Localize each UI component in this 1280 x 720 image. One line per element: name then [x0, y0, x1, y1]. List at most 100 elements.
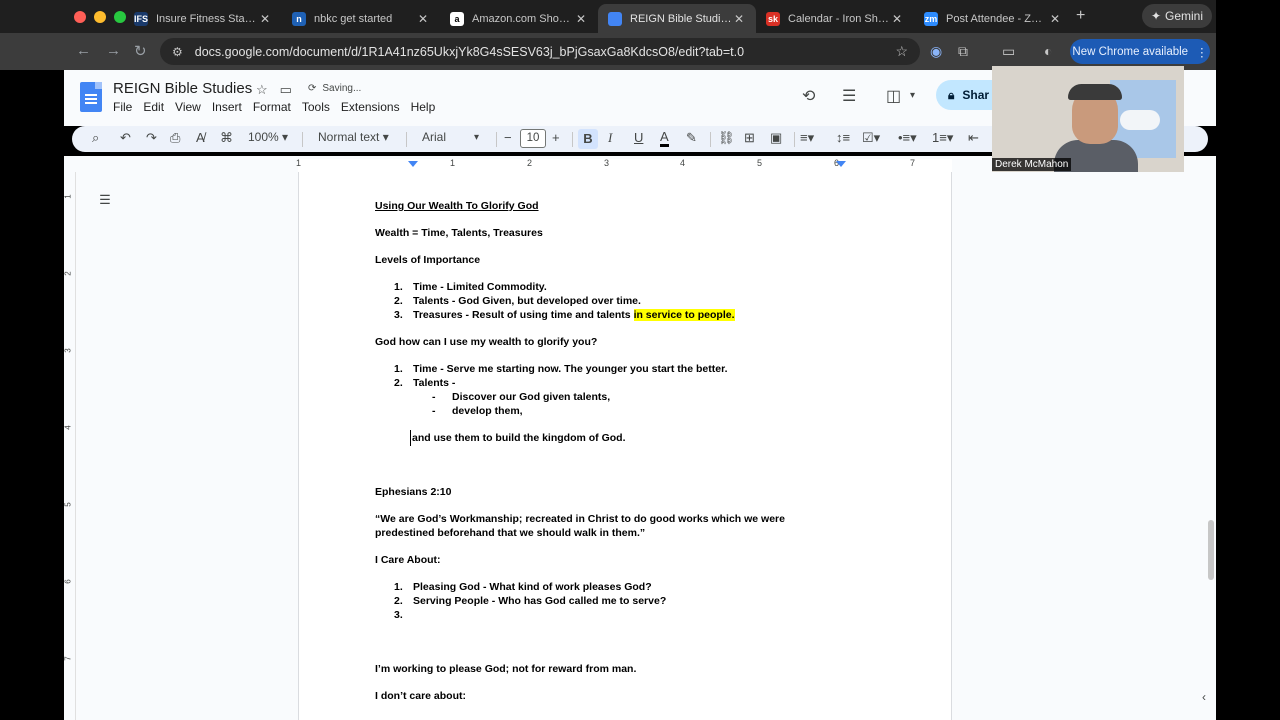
- spellcheck-icon[interactable]: A̸: [196, 130, 205, 145]
- move-folder-icon[interactable]: ▭: [280, 82, 292, 98]
- verse-line-1[interactable]: “We are God’s Workmanship; recreated in …: [375, 513, 785, 525]
- add-comment-icon[interactable]: ⊞: [744, 130, 755, 146]
- align-icon[interactable]: ≡▾: [800, 130, 814, 146]
- menu-insert[interactable]: Insert: [212, 100, 242, 114]
- doc-heading[interactable]: Using Our Wealth To Glorify God: [375, 200, 539, 212]
- vertical-ruler-number: 7: [63, 656, 73, 661]
- verse-reference[interactable]: Ephesians 2:10: [375, 486, 451, 498]
- forward-arrow-icon[interactable]: →: [106, 42, 121, 59]
- tab-close-icon[interactable]: ✕: [258, 12, 272, 26]
- increase-font-size-icon[interactable]: +: [552, 130, 560, 145]
- style-select[interactable]: Normal text ▾: [318, 130, 389, 144]
- use-line[interactable]: and use them to build the kingdom of God…: [412, 432, 626, 444]
- insert-link-icon[interactable]: ⛓: [718, 130, 735, 146]
- document-outline-icon[interactable]: ☰: [96, 192, 114, 210]
- list-item[interactable]: 1. Time - Limited Commodity.: [394, 281, 547, 293]
- list-item[interactable]: 3. Treasures - Result of using time and t…: [394, 309, 735, 321]
- docs-logo-icon[interactable]: [80, 82, 102, 112]
- redo-icon[interactable]: ↷: [146, 130, 157, 146]
- font-size-input[interactable]: 10: [520, 129, 546, 148]
- star-icon[interactable]: ☆: [256, 82, 268, 98]
- tab-close-icon[interactable]: ✕: [574, 12, 588, 26]
- list-item[interactable]: 2. Talents -: [394, 377, 455, 389]
- browser-tab[interactable]: IFS Insure Fitness Standar ✕: [124, 4, 282, 33]
- vertical-ruler[interactable]: 1 2 3 4 5 6 7: [64, 172, 76, 720]
- profile-icon[interactable]: ◐: [1044, 43, 1052, 59]
- decrease-font-size-icon[interactable]: −: [504, 130, 512, 145]
- comments-icon[interactable]: ☰: [842, 86, 856, 106]
- close-window-button[interactable]: [74, 11, 86, 23]
- list-item[interactable]: 1. Time - Serve me starting now. The youn…: [394, 363, 728, 375]
- list-number: 3.: [394, 309, 403, 321]
- undo-icon[interactable]: ↶: [120, 130, 131, 146]
- menu-file[interactable]: File: [113, 100, 132, 114]
- line-spacing-icon[interactable]: ↕≡: [836, 130, 850, 145]
- sub-list-item[interactable]: - develop them,: [432, 405, 523, 417]
- address-bar[interactable]: ⚙ docs.google.com/document/d/1R1A41nz65U…: [160, 38, 920, 65]
- care-heading[interactable]: I Care About:: [375, 554, 441, 566]
- zoom-video-tile[interactable]: Derek McMahon: [992, 66, 1184, 172]
- meet-camera-icon[interactable]: ◫: [886, 86, 901, 106]
- numbered-list-icon[interactable]: 1≡▾: [932, 130, 953, 146]
- puzzle-icon[interactable]: ⧉: [958, 43, 968, 60]
- levels-heading[interactable]: Levels of Importance: [375, 254, 480, 266]
- browser-tab[interactable]: REIGN Bible Studies - ✕: [598, 4, 756, 33]
- menu-help[interactable]: Help: [411, 100, 436, 114]
- back-arrow-icon[interactable]: ←: [76, 42, 91, 59]
- browser-tab[interactable]: zm Post Attendee - Zoom ✕: [914, 4, 1072, 33]
- highlight-color-icon[interactable]: ✎: [686, 130, 697, 146]
- insert-image-icon[interactable]: ▣: [770, 130, 782, 146]
- new-tab-button[interactable]: +: [1076, 7, 1085, 25]
- chevron-left-icon[interactable]: ‹: [1202, 690, 1206, 704]
- indent-icon[interactable]: ⇤: [968, 130, 979, 146]
- paint-format-icon[interactable]: ⌘: [220, 130, 233, 146]
- print-icon[interactable]: ⎙: [170, 130, 180, 146]
- wealth-line[interactable]: Wealth = Time, Talents, Treasures: [375, 227, 543, 239]
- more-menu-icon[interactable]: ⋮: [1196, 45, 1208, 59]
- zoom-select[interactable]: 100% ▾: [248, 130, 288, 144]
- side-panel-icon[interactable]: ▭: [1002, 43, 1015, 60]
- tab-close-icon[interactable]: ✕: [732, 12, 746, 26]
- question-line[interactable]: God how can I use my wealth to glorify y…: [375, 336, 597, 348]
- tab-close-icon[interactable]: ✕: [1048, 12, 1062, 26]
- gemini-button[interactable]: ✦ Gemini: [1142, 4, 1212, 28]
- underline-icon[interactable]: U: [634, 130, 643, 145]
- dont-care-heading[interactable]: I don’t care about:: [375, 690, 466, 702]
- tab-close-icon[interactable]: ✕: [416, 12, 430, 26]
- left-indent-marker[interactable]: [408, 161, 418, 167]
- version-history-icon[interactable]: ⟲: [802, 86, 815, 106]
- browser-tab[interactable]: a Amazon.com Shopping✕: [440, 4, 598, 33]
- search-menus-icon[interactable]: ⌕: [92, 130, 99, 146]
- menu-format[interactable]: Format: [253, 100, 291, 114]
- menu-view[interactable]: View: [175, 100, 201, 114]
- minimize-window-button[interactable]: [94, 11, 106, 23]
- verse-line-2[interactable]: predestined beforehand that we should wa…: [375, 527, 645, 539]
- bulleted-list-icon[interactable]: •≡▾: [898, 130, 917, 146]
- list-item[interactable]: 1. Pleasing God - What kind of work pleas…: [394, 581, 652, 593]
- sub-list-item[interactable]: - Discover our God given talents,: [432, 391, 610, 403]
- site-info-icon[interactable]: ⚙: [172, 45, 183, 59]
- italic-icon[interactable]: I: [608, 130, 612, 146]
- document-title[interactable]: REIGN Bible Studies: [113, 80, 252, 97]
- bookmark-star-icon[interactable]: ☆: [895, 43, 908, 60]
- chevron-down-icon[interactable]: ▾: [910, 90, 915, 101]
- text-color-icon[interactable]: A: [660, 130, 669, 147]
- list-item[interactable]: 2. Serving People - Who has God called me…: [394, 595, 666, 607]
- bold-icon[interactable]: B: [578, 129, 598, 149]
- font-chevron-down-icon[interactable]: ▾: [474, 132, 479, 143]
- working-line[interactable]: I’m working to please God; not for rewar…: [375, 663, 636, 675]
- menu-extensions[interactable]: Extensions: [341, 100, 400, 114]
- vertical-scrollbar[interactable]: [1208, 520, 1214, 580]
- checklist-icon[interactable]: ☑▾: [862, 130, 880, 146]
- list-item[interactable]: 3.: [394, 609, 413, 621]
- list-item[interactable]: 2. Talents - God Given, but developed ove…: [394, 295, 641, 307]
- browser-tab[interactable]: sk Calendar - Iron Sharpe ✕: [756, 4, 914, 33]
- extension-icon[interactable]: ◉: [930, 43, 942, 60]
- new-chrome-available-button[interactable]: New Chrome available ⋮: [1070, 39, 1210, 64]
- reload-icon[interactable]: ↻: [134, 42, 147, 60]
- menu-tools[interactable]: Tools: [302, 100, 330, 114]
- right-indent-marker[interactable]: [836, 161, 846, 167]
- browser-tab[interactable]: n nbkc get started ✕: [282, 4, 440, 33]
- tab-close-icon[interactable]: ✕: [890, 12, 904, 26]
- menu-edit[interactable]: Edit: [143, 100, 164, 114]
